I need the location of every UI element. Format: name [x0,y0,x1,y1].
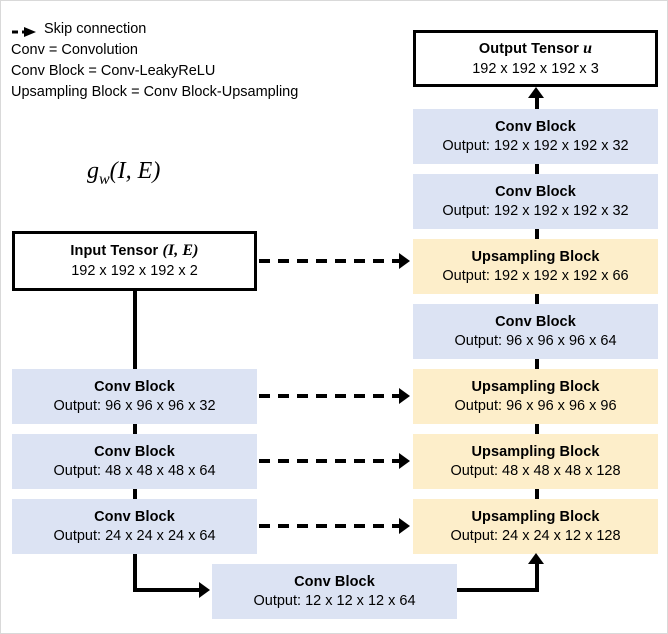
block-title: Conv Block [294,573,375,590]
block-decoder-conv-1[interactable]: Conv Block Output: 192 x 192 x 192 x 32 [413,109,658,164]
skip-arrowhead-upsampling-3 [399,453,410,469]
legend-label-conv-block: Conv Block = Conv-LeakyReLU [11,63,216,79]
block-shape: Output: 192 x 192 x 192 x 32 [442,138,629,154]
legend-item-upsampling-block: Upsampling Block = Conv Block-Upsampling [11,82,401,103]
skip-arrowhead-upsampling-4 [399,518,410,534]
input-tensor-symbols: (I, E) [162,242,199,260]
skip-arrowhead-upsampling-1 [399,253,410,269]
block-decoder-upsampling-4[interactable]: Upsampling Block Output: 24 x 24 x 12 x … [413,499,658,554]
connector-encoder-conv-3-to-bottleneck-horizontal [133,588,203,592]
skip-connection-encoder-conv-3-to-upsampling-4 [259,524,399,528]
block-shape: Output: 48 x 48 x 48 x 128 [450,463,621,479]
block-title: Conv Block [94,443,175,460]
block-shape: Output: 192 x 192 x 192 x 66 [442,268,629,284]
skip-arrowhead-upsampling-2 [399,388,410,404]
block-encoder-conv-1[interactable]: Conv Block Output: 96 x 96 x 96 x 32 [12,369,257,424]
connector-decoder-conv-1-to-output [535,98,539,109]
connector-encoder-conv-1-to-2 [133,424,137,434]
arrowhead-into-output-tensor [528,87,544,98]
dashed-arrow-icon [11,24,37,37]
block-title: Upsampling Block [471,248,600,265]
arrowhead-into-bottleneck [199,582,210,598]
legend-item-skip-connection: Skip connection [11,19,401,40]
block-decoder-upsampling-1[interactable]: Upsampling Block Output: 192 x 192 x 192… [413,239,658,294]
network-architecture-diagram: Skip connection Conv = Convolution Conv … [0,0,668,634]
block-shape: Output: 96 x 96 x 96 x 96 [454,398,617,414]
block-output-tensor[interactable]: Output Tensor u 192 x 192 x 192 x 3 [413,30,658,87]
connector-encoder-conv-2-to-3 [133,489,137,499]
block-title: Conv Block [495,313,576,330]
connector-encoder-conv-3-to-bottleneck-vertical [133,554,137,592]
network-function-formula: gw(I, E) [87,158,160,189]
connector-bottleneck-to-decoder-horizontal [457,588,539,592]
connector-bottleneck-to-decoder-vertical [535,564,539,592]
block-title: Conv Block [495,183,576,200]
connector-decoder-upsampling-4-to-3 [535,489,539,499]
output-tensor-symbol: u [583,39,593,57]
formula-base: g [87,158,99,184]
formula-args: (I, E) [109,158,161,184]
legend-item-conv-block: Conv Block = Conv-LeakyReLU [11,61,401,82]
block-encoder-conv-3[interactable]: Conv Block Output: 24 x 24 x 24 x 64 [12,499,257,554]
block-decoder-conv-3[interactable]: Conv Block Output: 96 x 96 x 96 x 64 [413,304,658,359]
block-title: Conv Block [495,118,576,135]
block-title: Output Tensor u [479,40,592,58]
output-tensor-label: Output Tensor [478,40,579,57]
block-shape: Output: 96 x 96 x 96 x 32 [53,398,216,414]
block-shape: 192 x 192 x 192 x 2 [71,263,198,280]
block-title: Upsampling Block [471,378,600,395]
connector-decoder-upsampling-2-to-conv-3 [535,359,539,369]
legend-label-skip-connection: Skip connection [44,21,147,37]
block-shape: Output: 24 x 24 x 12 x 128 [450,528,621,544]
block-shape: Output: 192 x 192 x 192 x 32 [442,203,629,219]
connector-decoder-conv-3-to-upsampling-1 [535,294,539,304]
block-title: Upsampling Block [471,443,600,460]
block-shape: 192 x 192 x 192 x 3 [472,60,599,77]
block-shape: Output: 24 x 24 x 24 x 64 [53,528,216,544]
block-shape: Output: 96 x 96 x 96 x 64 [454,333,617,349]
formula-subscript: w [99,170,110,188]
legend-item-conv: Conv = Convolution [11,40,401,61]
legend: Skip connection Conv = Convolution Conv … [11,19,401,103]
block-shape: Output: 12 x 12 x 12 x 64 [253,593,416,609]
input-tensor-label: Input Tensor [70,243,159,260]
connector-decoder-upsampling-1-to-conv-2 [535,229,539,239]
block-shape: Output: 48 x 48 x 48 x 64 [53,463,216,479]
block-title: Conv Block [94,378,175,395]
block-title: Input Tensor (I, E) [70,242,198,260]
arrowhead-into-decoder-upsampling-4 [528,553,544,564]
block-decoder-upsampling-2[interactable]: Upsampling Block Output: 96 x 96 x 96 x … [413,369,658,424]
skip-connection-encoder-conv-1-to-upsampling-2 [259,394,399,398]
skip-connection-input-to-upsampling-1 [259,259,399,263]
skip-connection-encoder-conv-2-to-upsampling-3 [259,459,399,463]
block-decoder-conv-2[interactable]: Conv Block Output: 192 x 192 x 192 x 32 [413,174,658,229]
connector-input-to-encoder-conv-1 [133,291,137,369]
connector-decoder-upsampling-3-to-2 [535,424,539,434]
legend-label-upsampling-block: Upsampling Block = Conv Block-Upsampling [11,84,299,100]
block-decoder-upsampling-3[interactable]: Upsampling Block Output: 48 x 48 x 48 x … [413,434,658,489]
block-title: Conv Block [94,508,175,525]
block-title: Upsampling Block [471,508,600,525]
block-input-tensor[interactable]: Input Tensor (I, E) 192 x 192 x 192 x 2 [12,231,257,291]
block-encoder-conv-2[interactable]: Conv Block Output: 48 x 48 x 48 x 64 [12,434,257,489]
connector-decoder-conv-2-to-conv-1 [535,164,539,174]
block-bottleneck-conv[interactable]: Conv Block Output: 12 x 12 x 12 x 64 [212,564,457,619]
legend-label-conv: Conv = Convolution [11,42,138,58]
